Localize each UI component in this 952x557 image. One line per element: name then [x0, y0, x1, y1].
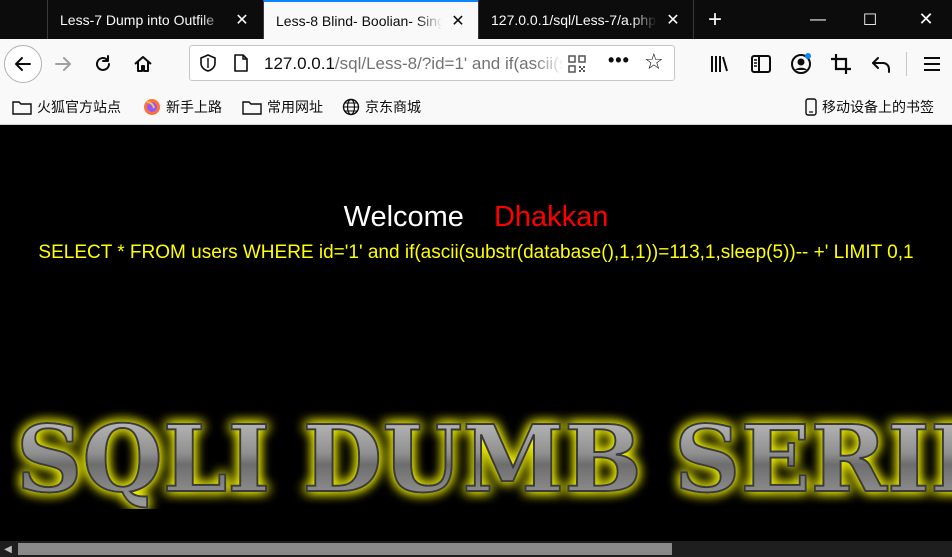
navigation-toolbar: 127.0.0.1/sql/Less-8/?id=1' and if(ascii… — [0, 39, 952, 89]
url-text[interactable]: 127.0.0.1/sql/Less-8/?id=1' and if(ascii… — [264, 54, 564, 74]
welcome-text: Welcome — [343, 201, 464, 233]
bookmark-mobile[interactable]: 移动设备上的书签 — [805, 97, 934, 117]
banner-text: SQLI DUMB SERIES — [16, 409, 952, 509]
window-close-button[interactable]: ✕ — [900, 0, 952, 39]
page-content: Welcome Dhakkan SELECT * FROM users WHERE… — [0, 125, 952, 541]
hamburger-menu-icon[interactable] — [920, 52, 944, 76]
tab-less-8[interactable]: Less-8 Blind- Boolian- Single Quotes- St… — [263, 0, 478, 39]
url-host: 127.0.0.1 — [264, 54, 335, 73]
firefox-icon — [144, 99, 160, 115]
bookmark-label: 京东商城 — [365, 99, 421, 115]
horizontal-scrollbar[interactable]: ◀ — [0, 541, 952, 557]
sqli-dumb-series-banner: SQLI DUMB SERIES — [15, 409, 952, 509]
bookmark-label: 常用网址 — [267, 99, 323, 115]
screenshot-crop-icon[interactable] — [829, 52, 853, 76]
sql-query-text: SELECT * FROM users WHERE id='1' and if(… — [38, 242, 914, 263]
bookmark-star-icon[interactable]: ☆ — [644, 49, 664, 75]
minimize-button[interactable]: — — [792, 0, 844, 39]
reload-button[interactable] — [87, 48, 119, 80]
sidebar-icon[interactable] — [749, 52, 773, 76]
new-tab-button[interactable]: + — [700, 0, 730, 39]
user-name: Dhakkan — [493, 201, 609, 233]
scroll-left-arrow-icon[interactable]: ◀ — [0, 541, 16, 557]
library-icon[interactable] — [708, 52, 732, 76]
home-button[interactable] — [127, 48, 159, 80]
welcome-heading: Welcome Dhakkan — [0, 201, 952, 234]
tab-a-php[interactable]: 127.0.0.1/sql/Less-7/a.php ✕ — [478, 0, 694, 39]
tracking-shield-icon[interactable] — [198, 53, 218, 73]
url-bar[interactable]: 127.0.0.1/sql/Less-8/?id=1' and if(ascii… — [189, 45, 675, 81]
globe-icon — [342, 98, 360, 116]
qr-code-icon[interactable] — [567, 54, 587, 74]
forward-button[interactable] — [47, 48, 79, 80]
tab-strip: Less-7 Dump into Outfile ✕ Less-8 Blind-… — [0, 0, 952, 39]
close-tab-icon[interactable]: ✕ — [232, 10, 252, 30]
bookmark-getting-started[interactable]: 新手上路 — [143, 97, 222, 117]
bookmark-label: 新手上路 — [166, 99, 222, 115]
bookmark-label: 移动设备上的书签 — [822, 99, 934, 115]
scrollbar-thumb[interactable] — [18, 543, 672, 555]
undo-arrow-icon[interactable] — [869, 52, 893, 76]
bookmark-jd-mall[interactable]: 京东商城 — [342, 97, 421, 117]
close-tab-icon[interactable]: ✕ — [663, 10, 683, 30]
toolbar-separator — [906, 52, 907, 76]
back-arrow-icon — [15, 57, 31, 71]
forward-arrow-icon — [55, 57, 71, 71]
bookmark-label: 火狐官方站点 — [37, 99, 121, 115]
back-button[interactable] — [4, 45, 42, 83]
close-tab-icon[interactable]: ✕ — [448, 11, 468, 31]
folder-icon — [242, 101, 262, 115]
mobile-icon — [805, 98, 817, 116]
tab-title: 127.0.0.1/sql/Less-7/a.php — [491, 11, 657, 28]
account-icon[interactable] — [789, 52, 813, 76]
bookmarks-bar: 火狐官方站点 新手上路 常用网址 京东商城 移动设备上的书签 — [0, 89, 952, 125]
page-info-icon[interactable] — [232, 53, 250, 73]
maximize-button[interactable]: ☐ — [844, 0, 896, 39]
tab-strip-spacer — [0, 0, 47, 39]
folder-icon — [12, 101, 32, 115]
reload-icon — [96, 55, 110, 71]
tab-title: Less-8 Blind- Boolian- Single Quotes- St… — [276, 12, 442, 29]
bookmark-firefox-official[interactable]: 火狐官方站点 — [12, 97, 121, 117]
page-actions-button[interactable]: ••• — [608, 50, 630, 71]
home-icon — [134, 56, 152, 72]
url-path: /sql/Less-8/?id=1' and if(ascii(substr(d… — [334, 54, 564, 73]
bookmark-common-sites[interactable]: 常用网址 — [242, 97, 323, 117]
tab-less-7[interactable]: Less-7 Dump into Outfile ✕ — [47, 0, 262, 39]
tab-title: Less-7 Dump into Outfile — [60, 11, 215, 28]
